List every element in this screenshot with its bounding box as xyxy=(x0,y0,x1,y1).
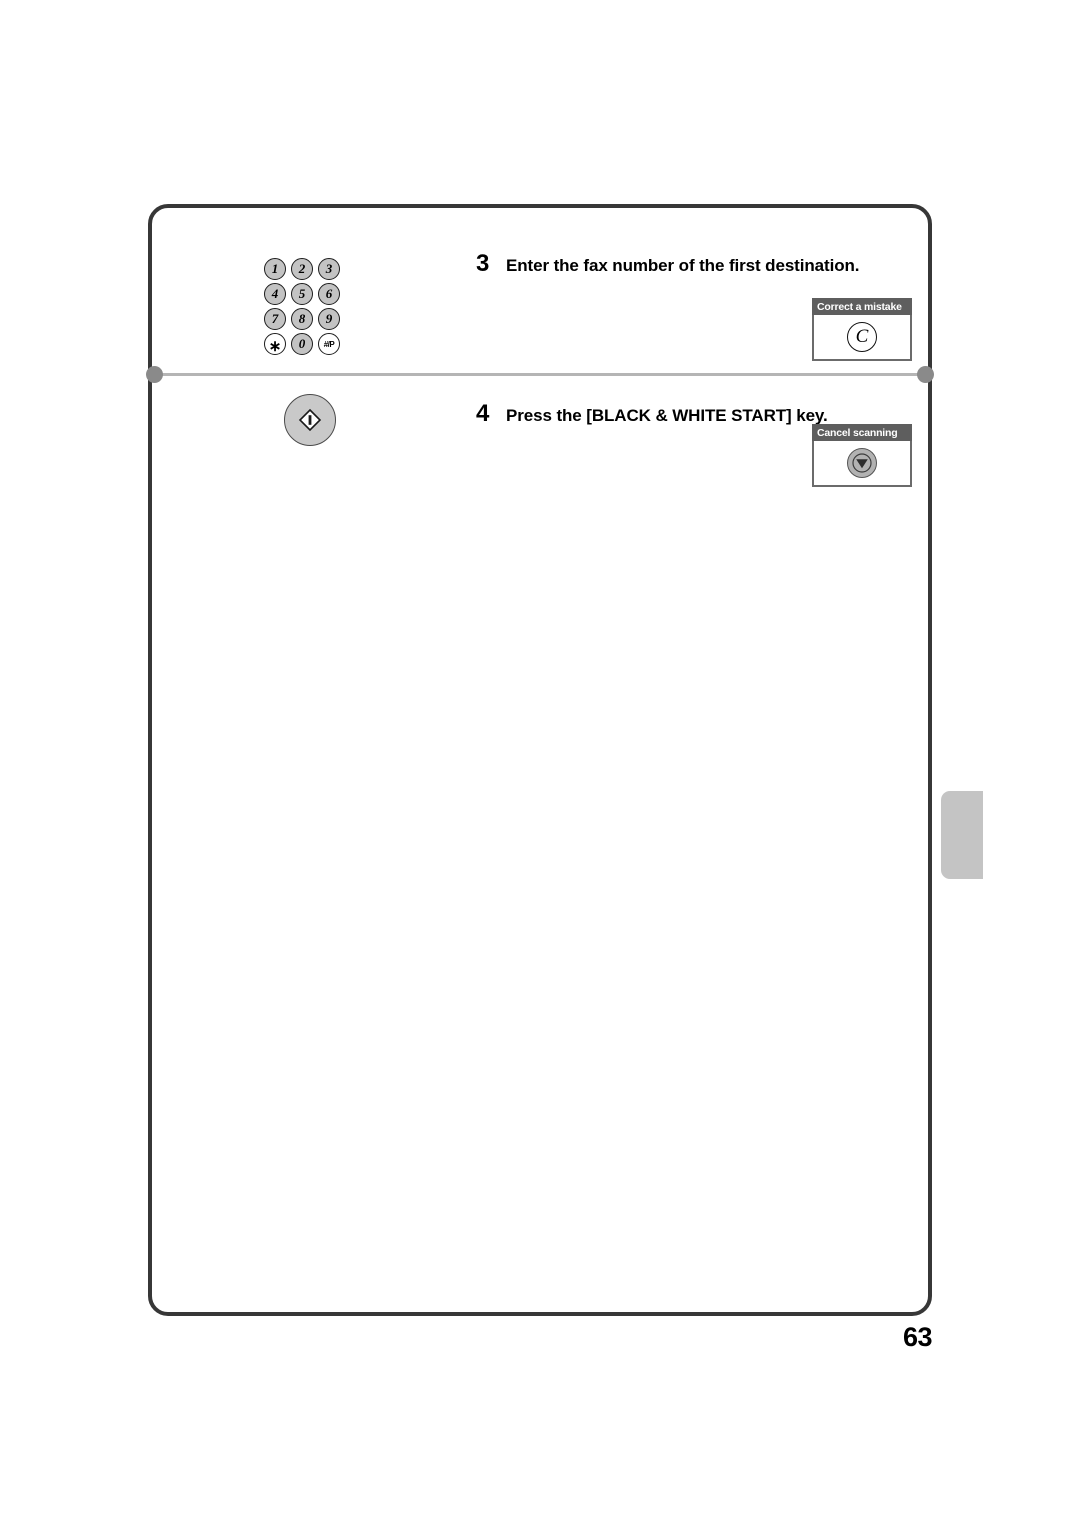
callout-cancel-body xyxy=(812,441,912,487)
keypad-key-hash-p: #/P xyxy=(318,333,340,355)
numeric-keypad-illustration: 1 2 3 4 5 6 7 8 9 ∗ 0 #/P xyxy=(264,258,376,358)
clear-key-icon: C xyxy=(847,322,877,352)
stop-triangle-icon xyxy=(852,453,872,473)
page-number: 63 xyxy=(902,1322,933,1352)
keypad-key-8: 8 xyxy=(291,308,313,330)
step-row-3: 1 2 3 4 5 6 7 8 9 ∗ 0 #/P 3 Enter the fa… xyxy=(152,226,928,366)
step-4-number: 4 xyxy=(476,400,490,427)
step-row-4: 4 Press the [BLACK & WHITE START] key. C… xyxy=(152,376,928,516)
callout-correct-title: Correct a mistake xyxy=(812,298,912,315)
keypad-key-9: 9 xyxy=(318,308,340,330)
step-3-heading: 3 Enter the fax number of the first dest… xyxy=(476,250,859,278)
keypad-key-0: 0 xyxy=(291,333,313,355)
keypad-row-1: 1 2 3 xyxy=(264,258,376,280)
keypad-row-4: ∗ 0 #/P xyxy=(264,333,376,355)
start-diamond-icon xyxy=(298,408,322,432)
keypad-key-6: 6 xyxy=(318,283,340,305)
chapter-tab-marker xyxy=(941,791,983,879)
callout-cancel-scanning: Cancel scanning xyxy=(812,424,912,487)
step-3-instruction: Enter the fax number of the first destin… xyxy=(506,256,860,275)
keypad-key-1: 1 xyxy=(264,258,286,280)
keypad-key-4: 4 xyxy=(264,283,286,305)
black-white-start-key-illustration xyxy=(284,394,336,446)
step-4-heading: 4 Press the [BLACK & WHITE START] key. xyxy=(476,400,828,428)
manual-page-frame: 1 2 3 4 5 6 7 8 9 ∗ 0 #/P 3 Enter the fa… xyxy=(146,204,934,1316)
step-3-number: 3 xyxy=(476,250,490,277)
keypad-key-7: 7 xyxy=(264,308,286,330)
keypad-key-5: 5 xyxy=(291,283,313,305)
keypad-key-asterisk: ∗ xyxy=(264,333,286,355)
callout-correct-body: C xyxy=(812,315,912,361)
step-4-instruction: Press the [BLACK & WHITE START] key. xyxy=(506,406,828,425)
keypad-key-3: 3 xyxy=(318,258,340,280)
callout-cancel-title: Cancel scanning xyxy=(812,424,912,441)
keypad-row-3: 7 8 9 xyxy=(264,308,376,330)
stop-key-icon xyxy=(847,448,877,478)
callout-correct-a-mistake: Correct a mistake C xyxy=(812,298,912,361)
keypad-row-2: 4 5 6 xyxy=(264,283,376,305)
keypad-key-2: 2 xyxy=(291,258,313,280)
